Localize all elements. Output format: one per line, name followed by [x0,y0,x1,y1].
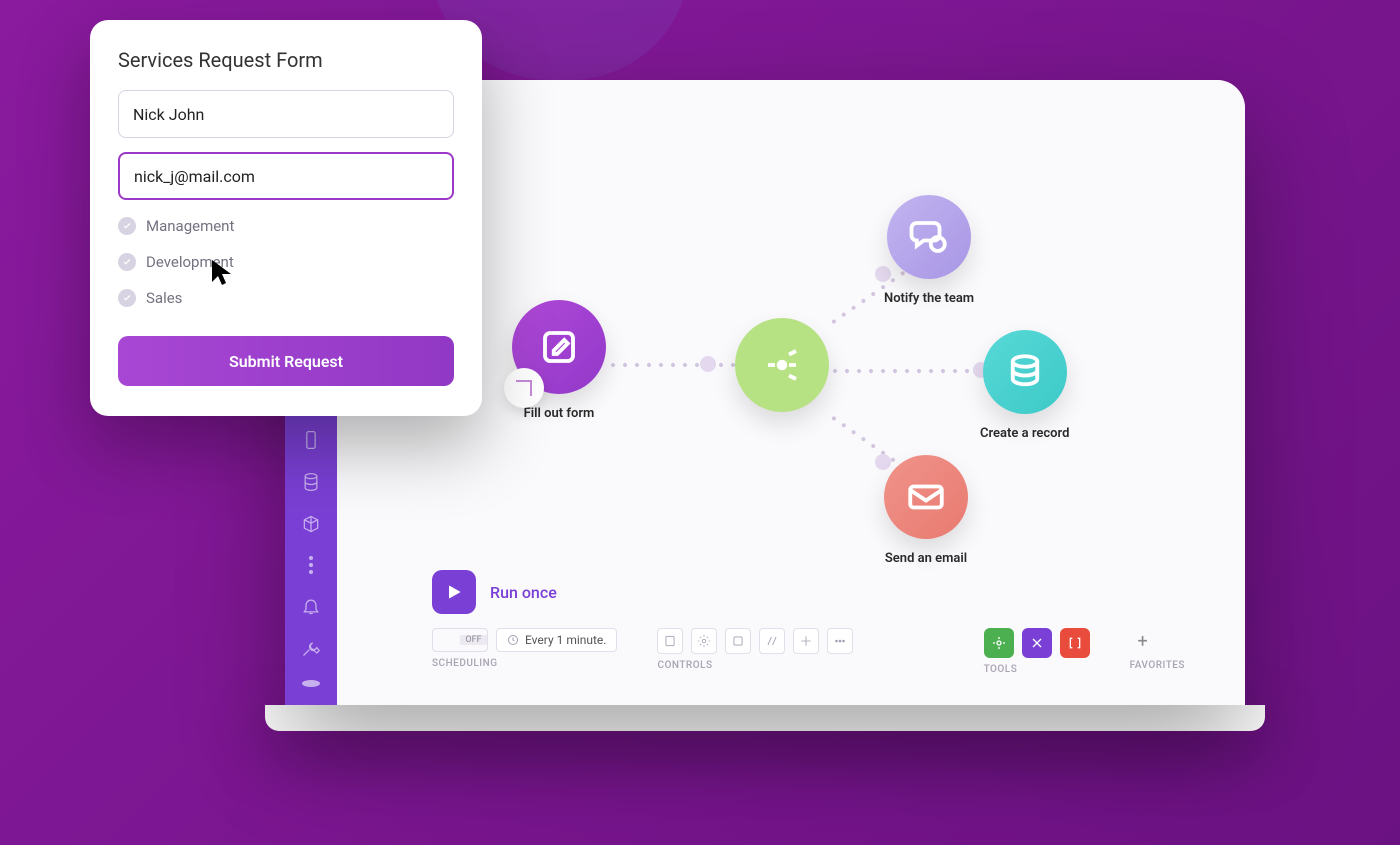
more-control-icon[interactable] [827,628,853,654]
scheduling-toggle[interactable]: OFF [432,628,488,652]
group-label: CONTROLS [657,660,853,671]
node-label: Notify the team [884,291,974,306]
node-fill-out-form[interactable]: Fill out form [512,300,606,421]
add-favorite-button[interactable]: + [1130,628,1156,654]
bell-icon[interactable] [299,596,323,616]
tool-brackets-icon[interactable] [1060,628,1090,658]
interval-chip[interactable]: Every 1 minute. [496,628,617,652]
explain-control-icon[interactable] [793,628,819,654]
notes-control-icon[interactable] [657,628,683,654]
favorites-group: + FAVORITES [1130,628,1185,671]
database-stack-icon [983,330,1067,414]
run-label: Run once [490,583,557,602]
check-icon [118,217,136,235]
form-title: Services Request Form [118,48,454,72]
connector [607,362,737,368]
run-row: Run once [432,570,557,614]
check-icon [118,289,136,307]
scheduling-group: OFF Every 1 minute. SCHEDULING [432,628,617,669]
copy-control-icon[interactable] [725,628,751,654]
tool-tools-icon[interactable] [1022,628,1052,658]
node-send-email[interactable]: Send an email [884,455,968,566]
option-label: Management [146,217,234,235]
connector-dot [700,356,716,372]
group-label: TOOLS [984,664,1090,675]
auto-align-control-icon[interactable] [759,628,785,654]
group-label: SCHEDULING [432,658,617,669]
laptop-base [265,705,1265,731]
controls-group: CONTROLS [657,628,853,671]
option-sales[interactable]: Sales [118,286,454,310]
node-router[interactable] [735,318,829,424]
schedule-badge-icon [504,368,544,408]
cube-icon[interactable] [299,514,323,534]
option-management[interactable]: Management [118,214,454,238]
group-label: FAVORITES [1130,660,1185,671]
database-icon[interactable] [299,472,323,492]
envelope-icon [884,455,968,539]
node-label: Create a record [980,426,1069,441]
name-input[interactable] [118,90,454,138]
tools-group: TOOLS [984,628,1090,675]
run-button[interactable] [432,570,476,614]
wrench-icon[interactable] [299,638,323,658]
interval-text: Every 1 minute. [525,633,606,647]
email-input[interactable] [118,152,454,200]
phone-icon[interactable] [299,430,323,450]
node-label: Send an email [884,551,968,566]
services-request-form: Services Request Form Management Develop… [90,20,482,416]
bottom-toolbar: OFF Every 1 minute. SCHEDULING [432,628,1185,675]
check-icon [118,253,136,271]
cursor-icon [210,258,236,288]
more-icon[interactable] [299,556,323,574]
option-development[interactable]: Development [118,250,454,274]
submit-button[interactable]: Submit Request [118,336,454,386]
option-label: Sales [146,289,182,307]
chat-icon [887,195,971,279]
avatar[interactable] [302,680,320,687]
settings-control-icon[interactable] [691,628,717,654]
node-notify-team[interactable]: Notify the team [884,195,974,306]
router-node-icon [735,318,829,412]
node-create-record[interactable]: Create a record [980,330,1069,441]
node-label: Fill out form [512,406,606,421]
tool-gear-icon[interactable] [984,628,1014,658]
